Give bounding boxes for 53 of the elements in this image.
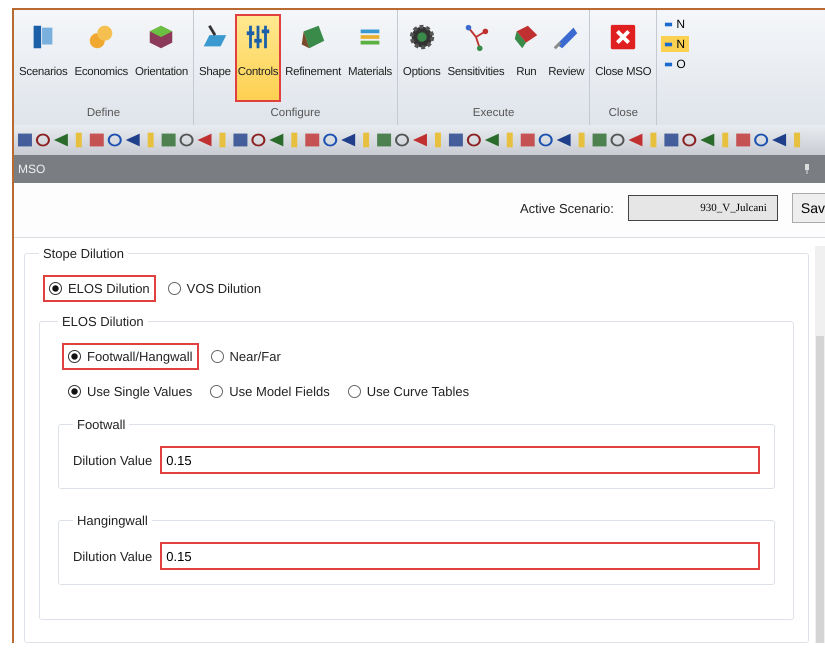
tool-icon xyxy=(664,40,674,48)
radio-option[interactable]: Use Curve Tables xyxy=(342,378,476,405)
radio-button-icon[interactable] xyxy=(210,350,224,363)
tool-icon xyxy=(664,60,674,68)
tool-icon xyxy=(664,20,674,28)
field-label: Dilution Value xyxy=(73,548,152,564)
radio-label: VOS Dilution xyxy=(186,281,262,296)
ribbon-button[interactable]: Shape xyxy=(196,14,234,102)
input-field[interactable]: 0.15 xyxy=(160,542,760,570)
ribbon-button[interactable]: Run xyxy=(508,14,544,102)
scrollbar[interactable] xyxy=(815,246,825,643)
ribbon-button[interactable]: Scenarios xyxy=(16,14,70,102)
radio-option[interactable]: ELOS Dilution xyxy=(43,275,156,302)
radio-button-icon[interactable] xyxy=(49,282,62,295)
pin-icon[interactable] xyxy=(803,164,811,174)
radio-label: ELOS Dilution xyxy=(68,281,150,296)
input-field[interactable]: 0.15 xyxy=(160,446,760,474)
field-label: Dilution Value xyxy=(73,452,152,468)
ribbon-menu-item[interactable]: O xyxy=(661,56,689,72)
ribbon-button[interactable]: Options xyxy=(400,14,444,102)
radio-button-icon[interactable] xyxy=(348,385,361,398)
group-title: Footwall xyxy=(76,417,126,432)
radio-option[interactable]: VOS Dilution xyxy=(162,275,268,302)
ribbon-button[interactable]: Controls xyxy=(234,14,282,102)
radio-option[interactable]: Use Single Values xyxy=(62,378,198,405)
radio-button-icon[interactable] xyxy=(68,350,81,363)
ribbon-button[interactable]: Review xyxy=(545,14,588,102)
radio-label: Use Model Fields xyxy=(229,384,330,399)
panel-title: MSO xyxy=(18,162,46,176)
ribbon-button[interactable]: Orientation xyxy=(132,14,191,102)
ribbon-button[interactable]: Economics xyxy=(71,14,131,102)
save-button[interactable]: Sav xyxy=(792,193,825,223)
ribbon-button[interactable]: Close MSO xyxy=(592,14,654,102)
group-title: Hangingwall xyxy=(76,513,149,528)
radio-button-icon[interactable] xyxy=(68,385,81,398)
group-title: Stope Dilution xyxy=(42,246,125,261)
radio-button-icon[interactable] xyxy=(210,385,224,398)
radio-option[interactable]: Near/Far xyxy=(204,343,287,370)
radio-option[interactable]: Footwall/Hangwall xyxy=(62,343,198,370)
ribbon-button[interactable]: Refinement xyxy=(282,14,344,102)
group-title: ELOS Dilution xyxy=(61,314,145,329)
radio-label: Use Curve Tables xyxy=(366,384,470,399)
radio-button-icon[interactable] xyxy=(168,282,181,295)
scenario-field[interactable]: 930_V_Julcani xyxy=(628,195,778,221)
radio-label: Near/Far xyxy=(230,349,281,364)
field-label: Active Scenario: xyxy=(520,200,614,216)
ribbon-button[interactable]: Materials xyxy=(344,14,395,102)
radio-label: Use Single Values xyxy=(87,384,192,399)
ribbon-button[interactable]: Sensitivities xyxy=(444,14,508,102)
radio-label: Footwall/Hangwall xyxy=(87,349,192,364)
ribbon-menu-item[interactable]: N xyxy=(661,36,689,52)
ribbon-menu-item[interactable]: N xyxy=(661,16,689,32)
radio-option[interactable]: Use Model Fields xyxy=(204,378,336,405)
